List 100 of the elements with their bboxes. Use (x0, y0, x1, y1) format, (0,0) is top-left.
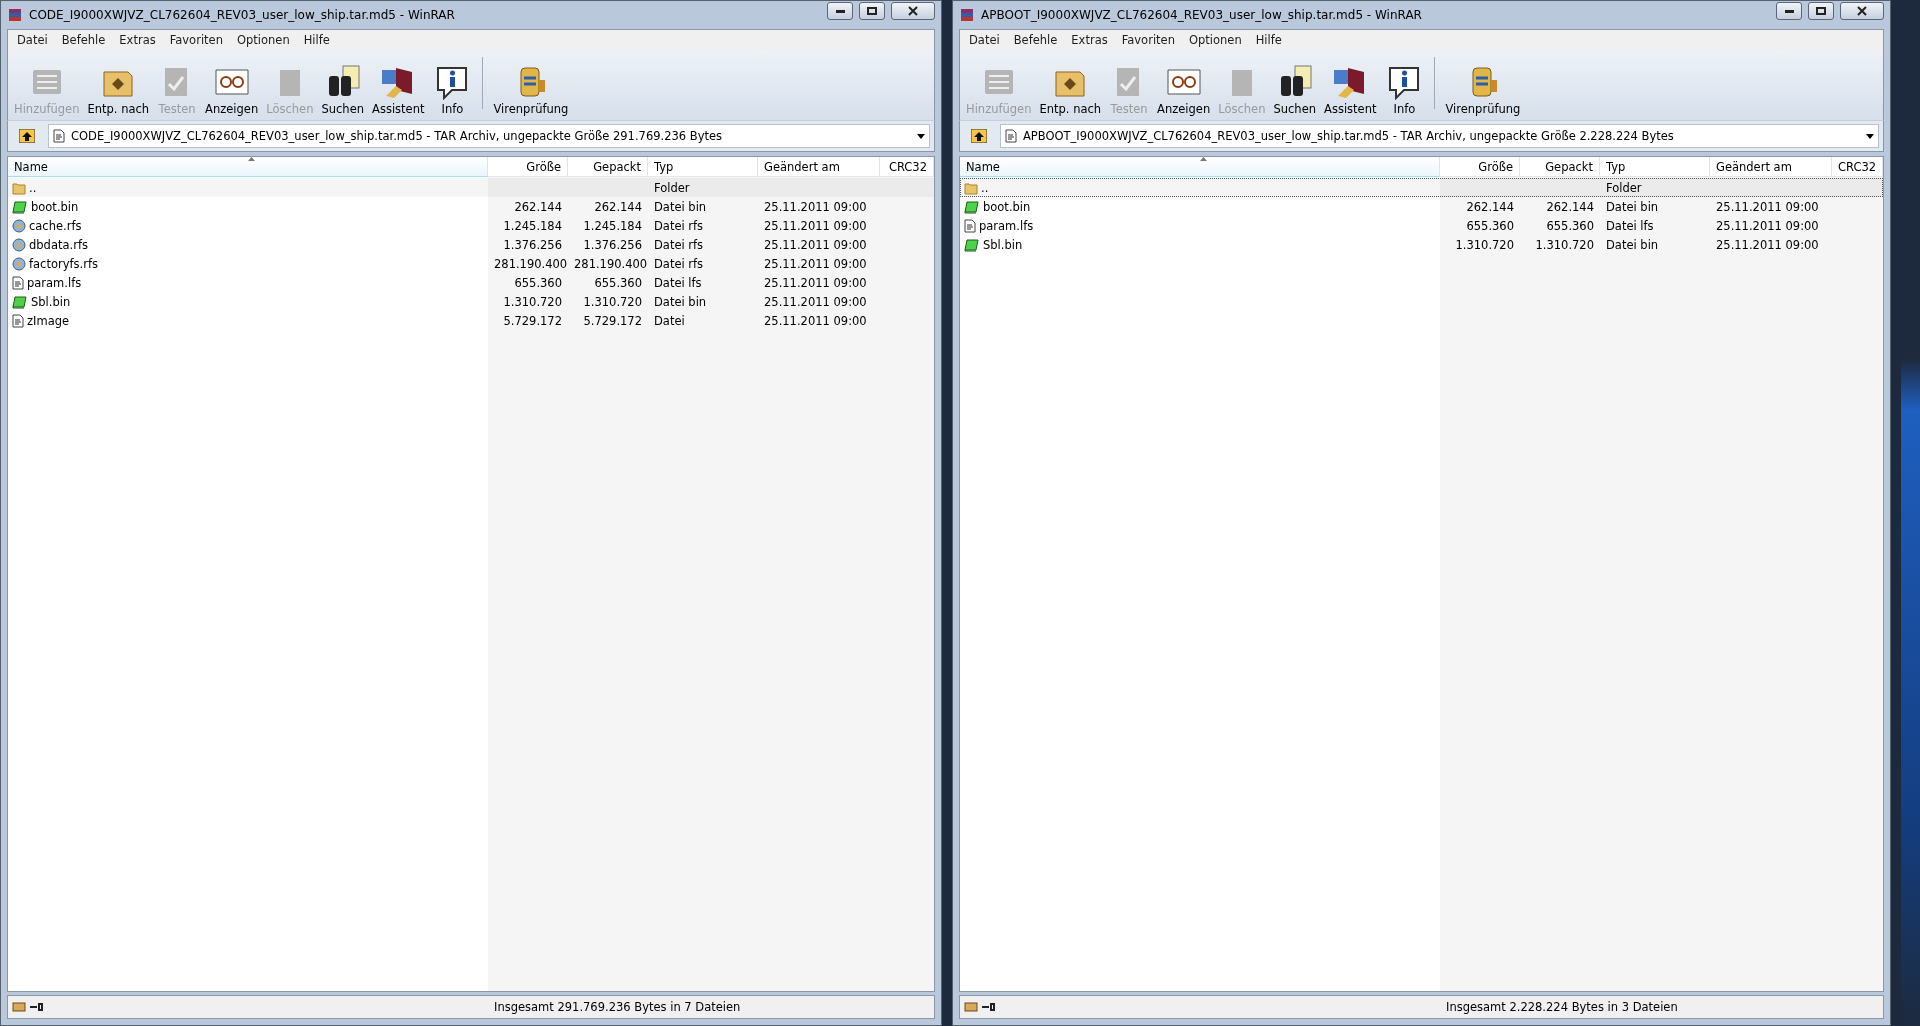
file-type: Datei lfs (653, 275, 703, 290)
toolbar-button[interactable]: Entp. nach (1037, 64, 1104, 116)
menu-item[interactable]: Hilfe (1248, 33, 1289, 47)
toolbar-button[interactable]: Assistent (370, 64, 427, 116)
toolbar-button[interactable]: Assistent (1322, 64, 1379, 116)
file-size: 1.310.720 (502, 294, 563, 309)
up-arrow-icon (971, 129, 987, 143)
column-header[interactable]: Gepackt (568, 157, 648, 177)
column-header[interactable]: Geändert am (758, 157, 880, 177)
column-header[interactable]: Name (960, 157, 1440, 177)
file-row[interactable]: boot.bin 262.144 262.144 Datei bin 25.11.2011 09:00 (8, 197, 934, 216)
file-type: Folder (653, 180, 691, 195)
menu-item[interactable]: Befehle (1006, 33, 1065, 47)
minimize-icon (1784, 9, 1794, 13)
toolbar-button[interactable]: Virenprüfung (1443, 64, 1523, 116)
file-row[interactable]: .. Folder (8, 178, 934, 197)
modified-date: 25.11.2011 09:00 (763, 294, 868, 309)
maximize-button[interactable] (1808, 2, 1835, 20)
packed-size: 262.144 (593, 199, 643, 214)
file-size: 262.144 (513, 199, 563, 214)
file-name: dbdata.rfs (29, 237, 88, 252)
file-row[interactable]: boot.bin 262.144 262.144 Datei bin 25.11.2011 09:00 (960, 197, 1884, 216)
close-button[interactable] (891, 2, 935, 20)
column-header[interactable]: CRC32 (1832, 157, 1884, 177)
file-name: zImage (27, 313, 70, 328)
menu-item[interactable]: Hilfe (296, 33, 337, 47)
file-row[interactable]: factoryfs.rfs 281.190.400 281.190.400 Datei rfs 25.11.2011 09:00 (8, 254, 934, 273)
menu-item[interactable]: Extras (1064, 33, 1115, 47)
file-row[interactable]: param.lfs 655.360 655.360 Datei lfs 25.11.2011 09:00 (960, 216, 1884, 235)
column-header[interactable]: Geändert am (1710, 157, 1832, 177)
file-size: 1.310.720 (1454, 237, 1515, 252)
modified-date: 25.11.2011 09:00 (763, 237, 868, 252)
file-row[interactable]: dbdata.rfs 1.376.256 1.376.256 Datei rfs 25.11.2011 09:00 (8, 235, 934, 254)
menu-item[interactable]: Datei (10, 33, 55, 47)
file-row[interactable]: cache.rfs 1.245.184 1.245.184 Datei rfs 25.11.2011 09:00 (8, 216, 934, 235)
disc-icon (12, 256, 26, 271)
file-name: Sbl.bin (983, 237, 1023, 252)
column-header[interactable]: Größe (1440, 157, 1520, 177)
file-size: 1.376.256 (502, 237, 563, 252)
file-row[interactable]: zImage 5.729.172 5.729.172 Datei 25.11.2011 09:00 (8, 311, 934, 330)
close-button[interactable] (1840, 2, 1885, 20)
menu-item[interactable]: Favoriten (1114, 33, 1182, 47)
file-size: 655.360 (1465, 218, 1515, 233)
file-row[interactable]: Sbl.bin 1.310.720 1.310.720 Datei bin 25.11.2011 09:00 (960, 235, 1884, 254)
archive-icon (959, 7, 975, 23)
toolbar-button[interactable]: Suchen (1271, 64, 1319, 116)
modified-date: 25.11.2011 09:00 (763, 256, 868, 271)
menu-item[interactable]: Favoriten (162, 33, 230, 47)
column-header[interactable]: Typ (648, 157, 758, 177)
file-type: Folder (1605, 180, 1643, 195)
dropdown-arrow-icon (1866, 133, 1875, 139)
toolbar-button[interactable]: Anzeigen (203, 64, 261, 116)
toolbar-button[interactable]: Virenprüfung (491, 64, 571, 116)
minimize-icon (835, 9, 845, 13)
status-text: Insgesamt 2.228.224 Bytes in 3 Dateien (1445, 1000, 1679, 1014)
file-size: 262.144 (1465, 199, 1515, 214)
window-title: APBOOT_I9000XWJVZ_CL762604_REV03_user_low_ship.tar.md5 - WinRAR (981, 8, 1423, 22)
packed-size: 1.245.184 (582, 218, 643, 233)
file-name: cache.rfs (29, 218, 82, 233)
column-header[interactable]: Gepackt (1520, 157, 1600, 177)
modified-date: 25.11.2011 09:00 (763, 199, 868, 214)
toolbar-button[interactable]: Anzeigen (1155, 64, 1213, 116)
menu-item[interactable]: Optionen (229, 33, 297, 47)
toolbar-button[interactable]: Entp. nach (85, 64, 152, 116)
menu-item[interactable]: Optionen (1181, 33, 1249, 47)
modified-date: 25.11.2011 09:00 (763, 275, 868, 290)
maximize-icon (1816, 7, 1827, 15)
file-type: Datei bin (1605, 237, 1660, 252)
column-header[interactable]: Name (8, 157, 488, 177)
toolbar-button[interactable]: Suchen (319, 64, 367, 116)
file-row[interactable]: Sbl.bin 1.310.720 1.310.720 Datei bin 25.11.2011 09:00 (8, 292, 934, 311)
menu-item[interactable]: Datei (962, 33, 1007, 47)
modified-date: 25.11.2011 09:00 (1715, 237, 1820, 252)
maximize-icon (867, 7, 877, 15)
address-field[interactable]: APBOOT_I9000XWJVZ_CL762604_REV03_user_low_ship.tar.md5 - TAR Archiv, ungepackte Größe 2.228.224 Bytes (1000, 124, 1880, 148)
sort-arrow-icon (247, 157, 255, 161)
address-field[interactable]: CODE_I9000XWJVZ_CL762604_REV03_user_low_ship.tar.md5 - TAR Archiv, ungepackte Größe 291.769.236 Bytes (48, 124, 930, 148)
document-icon (53, 129, 65, 143)
menu-item[interactable]: Extras (112, 33, 163, 47)
modified-date: 25.11.2011 09:00 (763, 218, 868, 233)
packed-size: 1.376.256 (582, 237, 643, 252)
file-type: Datei rfs (653, 256, 705, 271)
window-title: CODE_I9000XWJVZ_CL762604_REV03_user_low_ship.tar.md5 - WinRAR (29, 8, 456, 22)
packed-size: 1.310.720 (1534, 237, 1595, 252)
document-icon (1005, 129, 1017, 143)
minimize-button[interactable] (827, 2, 853, 20)
file-name: .. (981, 180, 989, 195)
book-icon (964, 237, 980, 252)
toolbar-button[interactable]: Info (430, 64, 475, 116)
menu-item[interactable]: Befehle (54, 33, 113, 47)
maximize-button[interactable] (859, 2, 885, 20)
column-header[interactable]: Größe (488, 157, 568, 177)
file-name: boot.bin (31, 199, 79, 214)
minimize-button[interactable] (1776, 2, 1803, 20)
toolbar-button[interactable]: Info (1382, 64, 1427, 116)
column-header[interactable]: CRC32 (880, 157, 934, 177)
column-header[interactable]: Typ (1600, 157, 1710, 177)
file-type: Datei lfs (1605, 218, 1655, 233)
file-row[interactable]: param.lfs 655.360 655.360 Datei lfs 25.11.2011 09:00 (8, 273, 934, 292)
file-row[interactable]: .. Folder (960, 178, 1884, 197)
